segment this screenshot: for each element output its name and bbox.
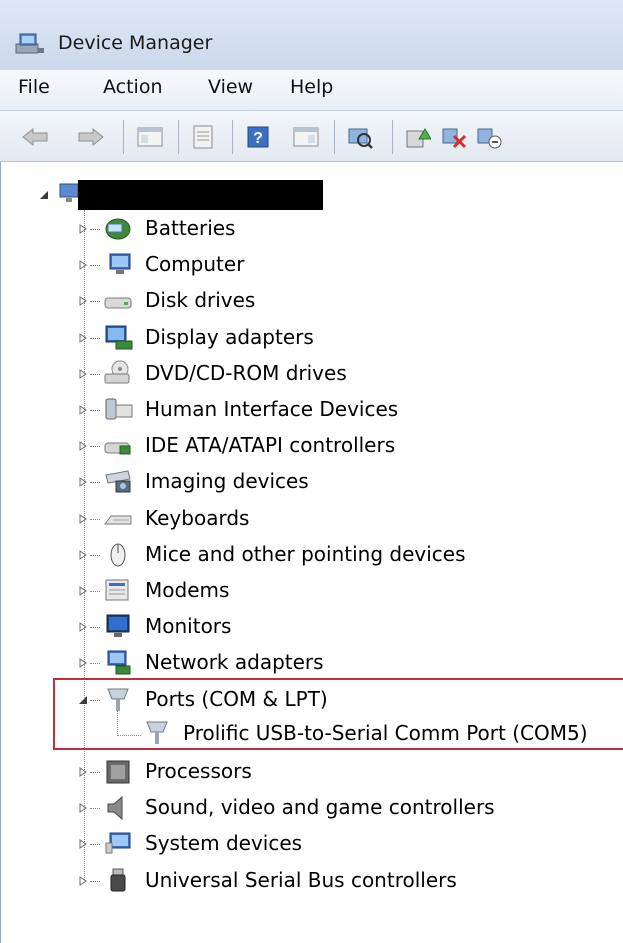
back-arrow-icon[interactable]: [20, 122, 50, 152]
collapsed-arrow-icon[interactable]: [77, 838, 89, 850]
tree-line: [90, 229, 100, 231]
collapsed-arrow-icon[interactable]: [77, 476, 89, 488]
imaging-device-icon: [102, 467, 134, 497]
toolbar-separator: [392, 120, 393, 154]
category-ide-ata-atapi-controllers[interactable]: IDE ATA/ATAPI controllers: [145, 433, 395, 457]
collapsed-arrow-icon[interactable]: [77, 802, 89, 814]
scan-hardware-icon[interactable]: [345, 122, 375, 152]
disk-drive-icon: [102, 286, 134, 316]
modem-icon: [102, 576, 134, 606]
tree-line: [90, 554, 100, 557]
device-manager-app-icon: [14, 30, 46, 58]
category-keyboards[interactable]: Keyboards: [145, 506, 249, 530]
dvd-drive-icon: [102, 359, 134, 389]
tree-line: [90, 373, 100, 376]
toolbar-separator: [232, 120, 233, 154]
action-pane-icon[interactable]: [291, 122, 321, 152]
device-manager-window: Device Manager File Action View Help ? B…: [0, 0, 623, 943]
tree-line: [90, 482, 100, 484]
computer-name-redacted[interactable]: [78, 180, 323, 210]
toolbar-separator: [334, 120, 335, 154]
collapsed-arrow-icon[interactable]: [77, 259, 89, 271]
category-dvd-cd-rom-drives[interactable]: DVD/CD-ROM drives: [145, 361, 347, 385]
collapsed-arrow-icon[interactable]: [77, 513, 89, 525]
keyboard-icon: [102, 504, 134, 534]
collapsed-arrow-icon[interactable]: [77, 295, 89, 307]
category-system-devices[interactable]: System devices: [145, 831, 302, 855]
network-adapter-icon: [102, 648, 134, 678]
tree-line: [90, 808, 100, 810]
tree-line: [90, 301, 100, 303]
display-adapter-icon: [102, 323, 134, 353]
collapsed-arrow-icon[interactable]: [77, 621, 89, 633]
title-bar: Device Manager: [0, 0, 623, 70]
usb-icon: [102, 866, 134, 896]
collapsed-arrow-icon[interactable]: [77, 549, 89, 561]
processor-icon: [102, 757, 134, 787]
category-disk-drives[interactable]: Disk drives: [145, 288, 255, 312]
tree-line: [90, 844, 100, 846]
tree-line: [90, 627, 100, 629]
show-hide-console-tree-icon[interactable]: [135, 122, 165, 152]
update-driver-icon[interactable]: [403, 122, 433, 152]
tree-line: [90, 663, 100, 665]
category-batteries[interactable]: Batteries: [145, 216, 235, 240]
collapsed-arrow-icon[interactable]: [77, 223, 89, 235]
tree-line: [90, 772, 100, 774]
tree-line: [90, 337, 100, 340]
category-universal-serial-bus-controllers[interactable]: Universal Serial Bus controllers: [145, 868, 457, 892]
collapsed-arrow-icon[interactable]: [77, 766, 89, 778]
collapsed-arrow-icon[interactable]: [77, 404, 89, 416]
category-computer[interactable]: Computer: [145, 252, 244, 276]
highlight-box: [53, 678, 623, 750]
collapsed-arrow-icon[interactable]: [77, 875, 89, 887]
category-monitors[interactable]: Monitors: [145, 614, 231, 638]
category-imaging-devices[interactable]: Imaging devices: [145, 469, 309, 493]
forward-arrow-icon[interactable]: [76, 122, 106, 152]
category-modems[interactable]: Modems: [145, 578, 229, 602]
category-processors[interactable]: Processors: [145, 759, 252, 783]
collapsed-arrow-icon[interactable]: [77, 585, 89, 597]
tree-line: [90, 518, 100, 521]
mouse-icon: [102, 540, 134, 570]
menu-action[interactable]: Action: [103, 76, 163, 98]
uninstall-icon[interactable]: [439, 122, 469, 152]
category-network-adapters[interactable]: Network adapters: [145, 650, 324, 674]
expanded-arrow-icon[interactable]: [38, 189, 50, 201]
ide-controller-icon: [102, 431, 134, 461]
tree-line: [90, 591, 100, 593]
battery-icon: [102, 214, 134, 244]
toolbar-separator: [123, 120, 124, 154]
hid-icon: [102, 395, 134, 425]
tree-line: [90, 265, 100, 267]
tree-line: [84, 210, 86, 880]
speaker-icon: [102, 793, 134, 823]
svg-text:?: ?: [253, 130, 263, 147]
tree-line: [90, 880, 100, 883]
help-icon[interactable]: ?: [243, 122, 273, 152]
system-device-icon: [102, 829, 134, 859]
category-human-interface-devices[interactable]: Human Interface Devices: [145, 397, 398, 421]
collapsed-arrow-icon[interactable]: [77, 657, 89, 669]
disable-device-icon[interactable]: [474, 122, 504, 152]
computer-icon: [102, 250, 134, 280]
menu-file[interactable]: File: [18, 76, 50, 98]
toolbar-separator: [178, 120, 179, 154]
tree-line: [90, 410, 100, 412]
window-title: Device Manager: [58, 32, 213, 54]
collapsed-arrow-icon[interactable]: [77, 368, 89, 380]
monitor-icon: [102, 612, 134, 642]
properties-icon[interactable]: [188, 122, 218, 152]
collapsed-arrow-icon[interactable]: [77, 332, 89, 344]
menu-help[interactable]: Help: [290, 76, 333, 98]
category-mice-and-other-pointing-devices[interactable]: Mice and other pointing devices: [145, 542, 466, 566]
menu-view[interactable]: View: [208, 76, 253, 98]
category-sound-video-and-game-controllers[interactable]: Sound, video and game controllers: [145, 795, 495, 819]
category-display-adapters[interactable]: Display adapters: [145, 325, 314, 349]
collapsed-arrow-icon[interactable]: [77, 440, 89, 452]
tree-line: [90, 446, 100, 448]
